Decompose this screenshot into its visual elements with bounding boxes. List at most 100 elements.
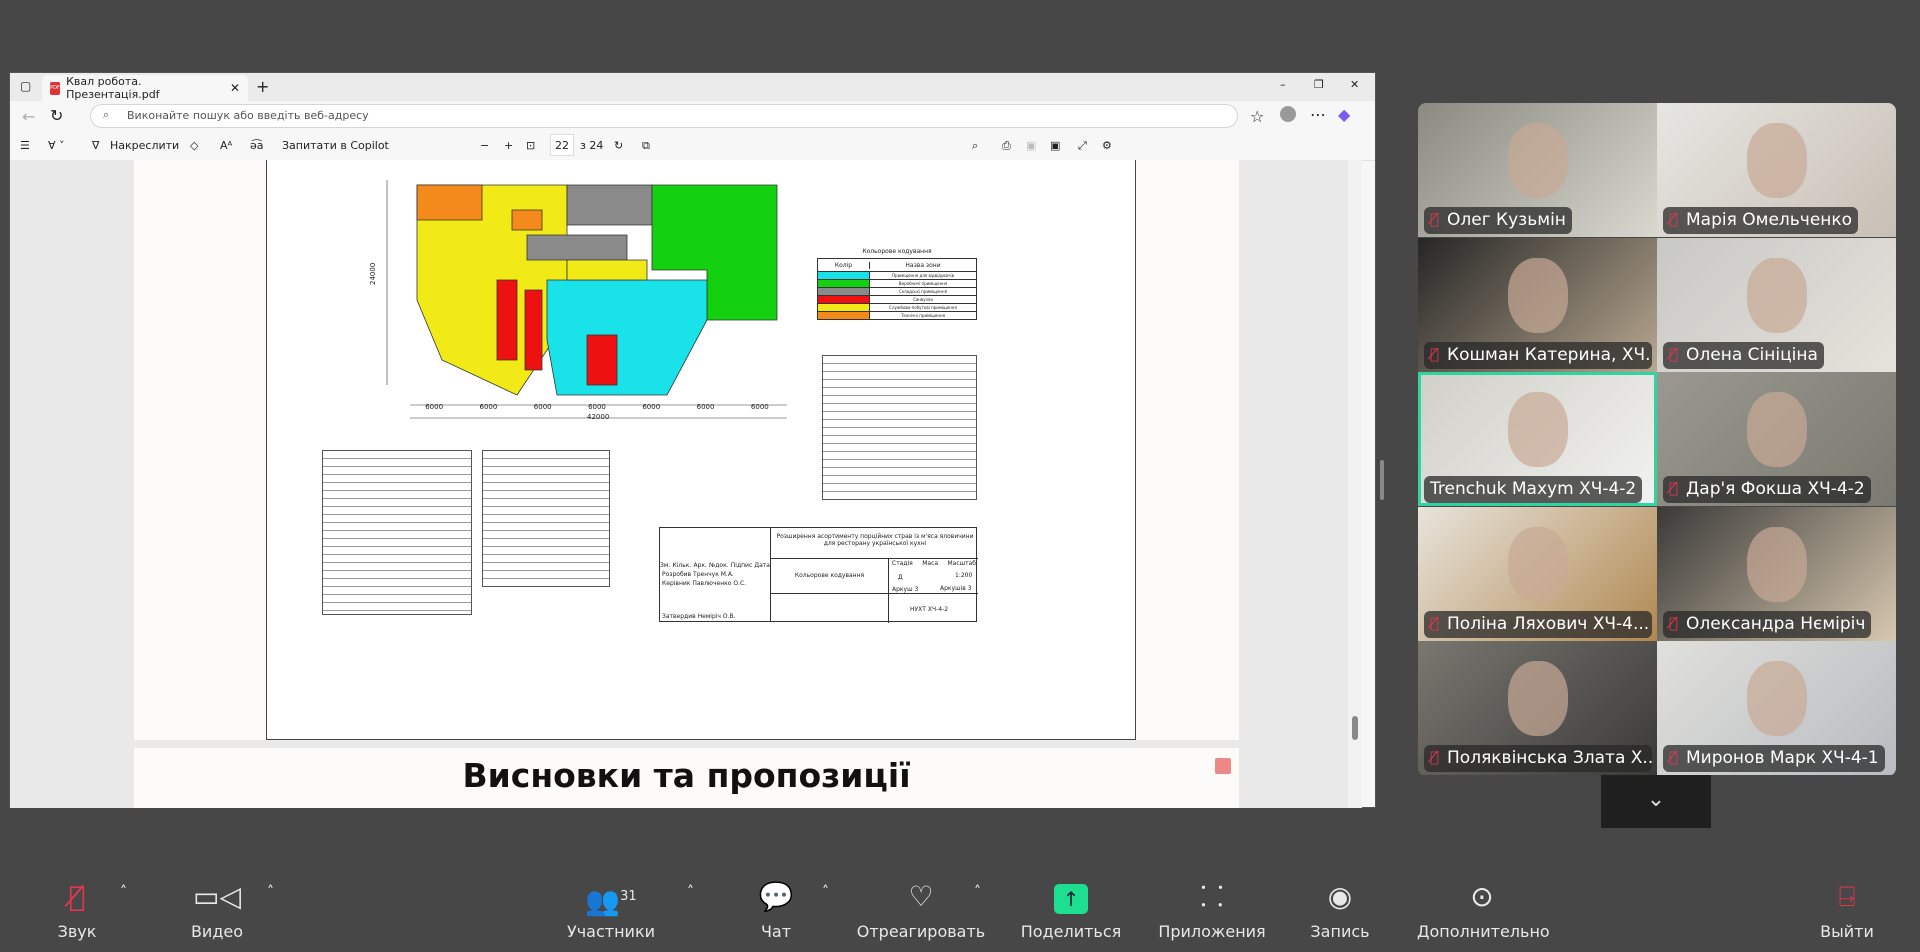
tb-appr-label: Затвердив	[662, 613, 696, 620]
more-button[interactable]: ⊙ Дополнительно	[1417, 878, 1550, 941]
zoom-out-icon[interactable]: −	[480, 139, 489, 152]
participant-name-tag: 🎙̸ Кошман Катерина, ХЧ...	[1424, 341, 1652, 369]
save-icon[interactable]: ▣	[1026, 139, 1036, 152]
refresh-icon[interactable]: ↻	[50, 106, 63, 125]
participant-name: Миронов Марк ХЧ-4-1	[1686, 748, 1879, 769]
pdf-scrollbar[interactable]	[1348, 160, 1362, 808]
participant-name: Олександра Нєміріч	[1686, 613, 1866, 634]
copilot-icon[interactable]: ◆	[1338, 105, 1350, 124]
legend-label: Санвузли	[913, 297, 933, 302]
participant-tile[interactable]: 🎙̸ Миронов Марк ХЧ-4-1	[1657, 641, 1896, 776]
mic-muted-icon: 🎙̸	[1669, 613, 1679, 632]
participant-tile[interactable]: 🎙̸ Олег Кузьмін	[1418, 103, 1657, 237]
video-options-caret[interactable]: ˄	[267, 884, 274, 900]
draw-icon[interactable]: ∇	[92, 139, 99, 152]
contents-icon[interactable]: ☰	[20, 139, 30, 152]
highlight-icon[interactable]: ∀ ˅	[48, 139, 65, 152]
restore-icon[interactable]: ❐	[1314, 78, 1324, 91]
record-button[interactable]: ◉ Запись	[1275, 878, 1405, 941]
participant-tile[interactable]: 🎙̸ Марія Омельченко	[1657, 103, 1896, 237]
gallery-next-button[interactable]: ⌄	[1601, 775, 1711, 828]
tb-h-ndok: №док.	[709, 562, 729, 569]
split-resize-handle[interactable]	[1380, 460, 1384, 500]
audio-options-caret[interactable]: ˄	[120, 884, 127, 900]
draw-button[interactable]: Накреслити	[110, 139, 179, 152]
participant-avatar	[1747, 257, 1807, 333]
page-total: з 24	[580, 139, 604, 152]
participant-name: Марія Омельченко	[1686, 210, 1853, 230]
address-input[interactable]: ⌕ Виконайте пошук або введіть веб-адресу	[90, 104, 1238, 128]
apps-button[interactable]: ⸬ Приложения	[1147, 878, 1277, 941]
participant-name-tag: 🎙̸ Поляквінська Злата Х...	[1424, 745, 1652, 773]
close-tab-icon[interactable]: ✕	[230, 81, 240, 95]
tb-org: НУХТ ХЧ-4-2	[910, 606, 949, 613]
total-dim-label: 42000	[587, 413, 610, 421]
participants-button[interactable]: 👥31 Участники	[546, 878, 676, 941]
tab-pdf[interactable]: PDF Квал робота. Презентація.pdf ✕	[42, 75, 248, 101]
equipment-table	[822, 355, 977, 500]
participant-avatar	[1508, 392, 1568, 468]
participant-avatar	[1747, 661, 1807, 737]
react-button[interactable]: ♡ Отреагировать	[856, 878, 986, 941]
close-window-icon[interactable]: ✕	[1350, 78, 1359, 91]
mic-muted-icon: 🎙̸	[1430, 210, 1440, 228]
participants-options-caret[interactable]: ˄	[687, 884, 694, 900]
dim-label: 6000	[696, 403, 715, 411]
tb-h-zm: Зм.	[660, 562, 671, 569]
sidebar-toggle-icon[interactable]: ▢	[20, 79, 31, 93]
video-button[interactable]: ▭◁ Видео	[152, 878, 282, 941]
translate-icon[interactable]: ǝ͡a	[250, 139, 264, 152]
tb-scale-h: Масштаб	[947, 560, 976, 567]
color-legend: Кольорове кодування Колір Назва зони Прим…	[817, 248, 977, 320]
new-tab-icon[interactable]: +	[256, 77, 269, 96]
fit-width-icon[interactable]: ⊡	[526, 139, 535, 152]
pdf-page: 24000 6000 6000 6000 6000 6000 6000 6000 42000…	[134, 160, 1239, 740]
legend-label: Технічні приміщення	[900, 313, 946, 318]
participant-tile[interactable]: 🎙̸ Олександра Нєміріч	[1657, 506, 1896, 641]
legend-swatch	[818, 312, 870, 319]
share-button[interactable]: ↑ Поделиться	[1006, 878, 1136, 941]
save-as-icon[interactable]: ▣	[1050, 139, 1060, 152]
dim-label: 6000	[588, 403, 606, 411]
leave-button[interactable]: ⍈ Выйти	[1782, 878, 1912, 941]
legend-title: Кольорове кодування	[862, 248, 932, 255]
tb-dev-name: Тренчук М.А.	[693, 571, 734, 578]
legend-label: Виробничі приміщення	[898, 281, 948, 286]
fullscreen-icon[interactable]: ⤢	[1078, 139, 1087, 153]
read-aloud-icon[interactable]: Aᴬ	[220, 139, 232, 152]
participant-name-tag: 🎙̸ Олег Кузьмін	[1424, 207, 1572, 234]
leave-label: Выйти	[1820, 922, 1874, 941]
participant-tile[interactable]: 🎙̸ Кошман Катерина, ХЧ...	[1418, 237, 1657, 372]
copilot-button[interactable]: Запитати в Copilot	[282, 139, 389, 152]
zoom-in-icon[interactable]: +	[504, 139, 513, 152]
page-number-input[interactable]: 22	[550, 134, 574, 156]
participant-avatar	[1508, 257, 1568, 333]
find-icon[interactable]: ⌕	[972, 139, 978, 153]
participant-tile[interactable]: 🎙̸ Дар'я Фокша ХЧ-4-2	[1657, 372, 1896, 507]
participant-tile[interactable]: 🎙̸ Олена Сініціна	[1657, 237, 1896, 372]
minimize-icon[interactable]: –	[1280, 78, 1286, 91]
participant-name: Trenchuk Maxym ХЧ-4-2	[1430, 479, 1637, 500]
favorites-icon[interactable]: ☆	[1250, 107, 1264, 126]
more-icon[interactable]: ⋯	[1310, 105, 1326, 124]
settings-icon[interactable]: ⚙	[1102, 139, 1112, 152]
erase-icon[interactable]: ◇	[190, 139, 198, 152]
participant-tile[interactable]: 🎙̸ Поліна Ляхович ХЧ-4...	[1418, 506, 1657, 641]
page-view-icon[interactable]: ⧉	[642, 139, 650, 153]
rotate-icon[interactable]: ↻	[614, 139, 623, 152]
participant-name: Олег Кузьмін	[1447, 210, 1566, 230]
profile-avatar[interactable]	[1280, 106, 1296, 122]
print-icon[interactable]: ⎙	[1002, 139, 1011, 153]
tb-sup-label: Керівник	[662, 580, 691, 587]
participant-tile[interactable]: 🎙̸ Поляквінська Злата Х...	[1418, 641, 1657, 776]
react-options-caret[interactable]: ˄	[974, 884, 981, 900]
participant-avatar	[1747, 392, 1807, 468]
back-icon[interactable]: ←	[22, 107, 35, 126]
legend-row: Технічні приміщення	[817, 312, 977, 320]
react-label: Отреагировать	[856, 922, 986, 941]
tb-h-ark: Арк.	[693, 562, 707, 569]
tb-h-data: Дата	[754, 562, 770, 569]
participant-tile[interactable]: Trenchuk Maxym ХЧ-4-2	[1418, 372, 1657, 507]
legend-label: Службово-побутові приміщення	[889, 305, 957, 310]
chat-options-caret[interactable]: ˄	[822, 884, 829, 900]
